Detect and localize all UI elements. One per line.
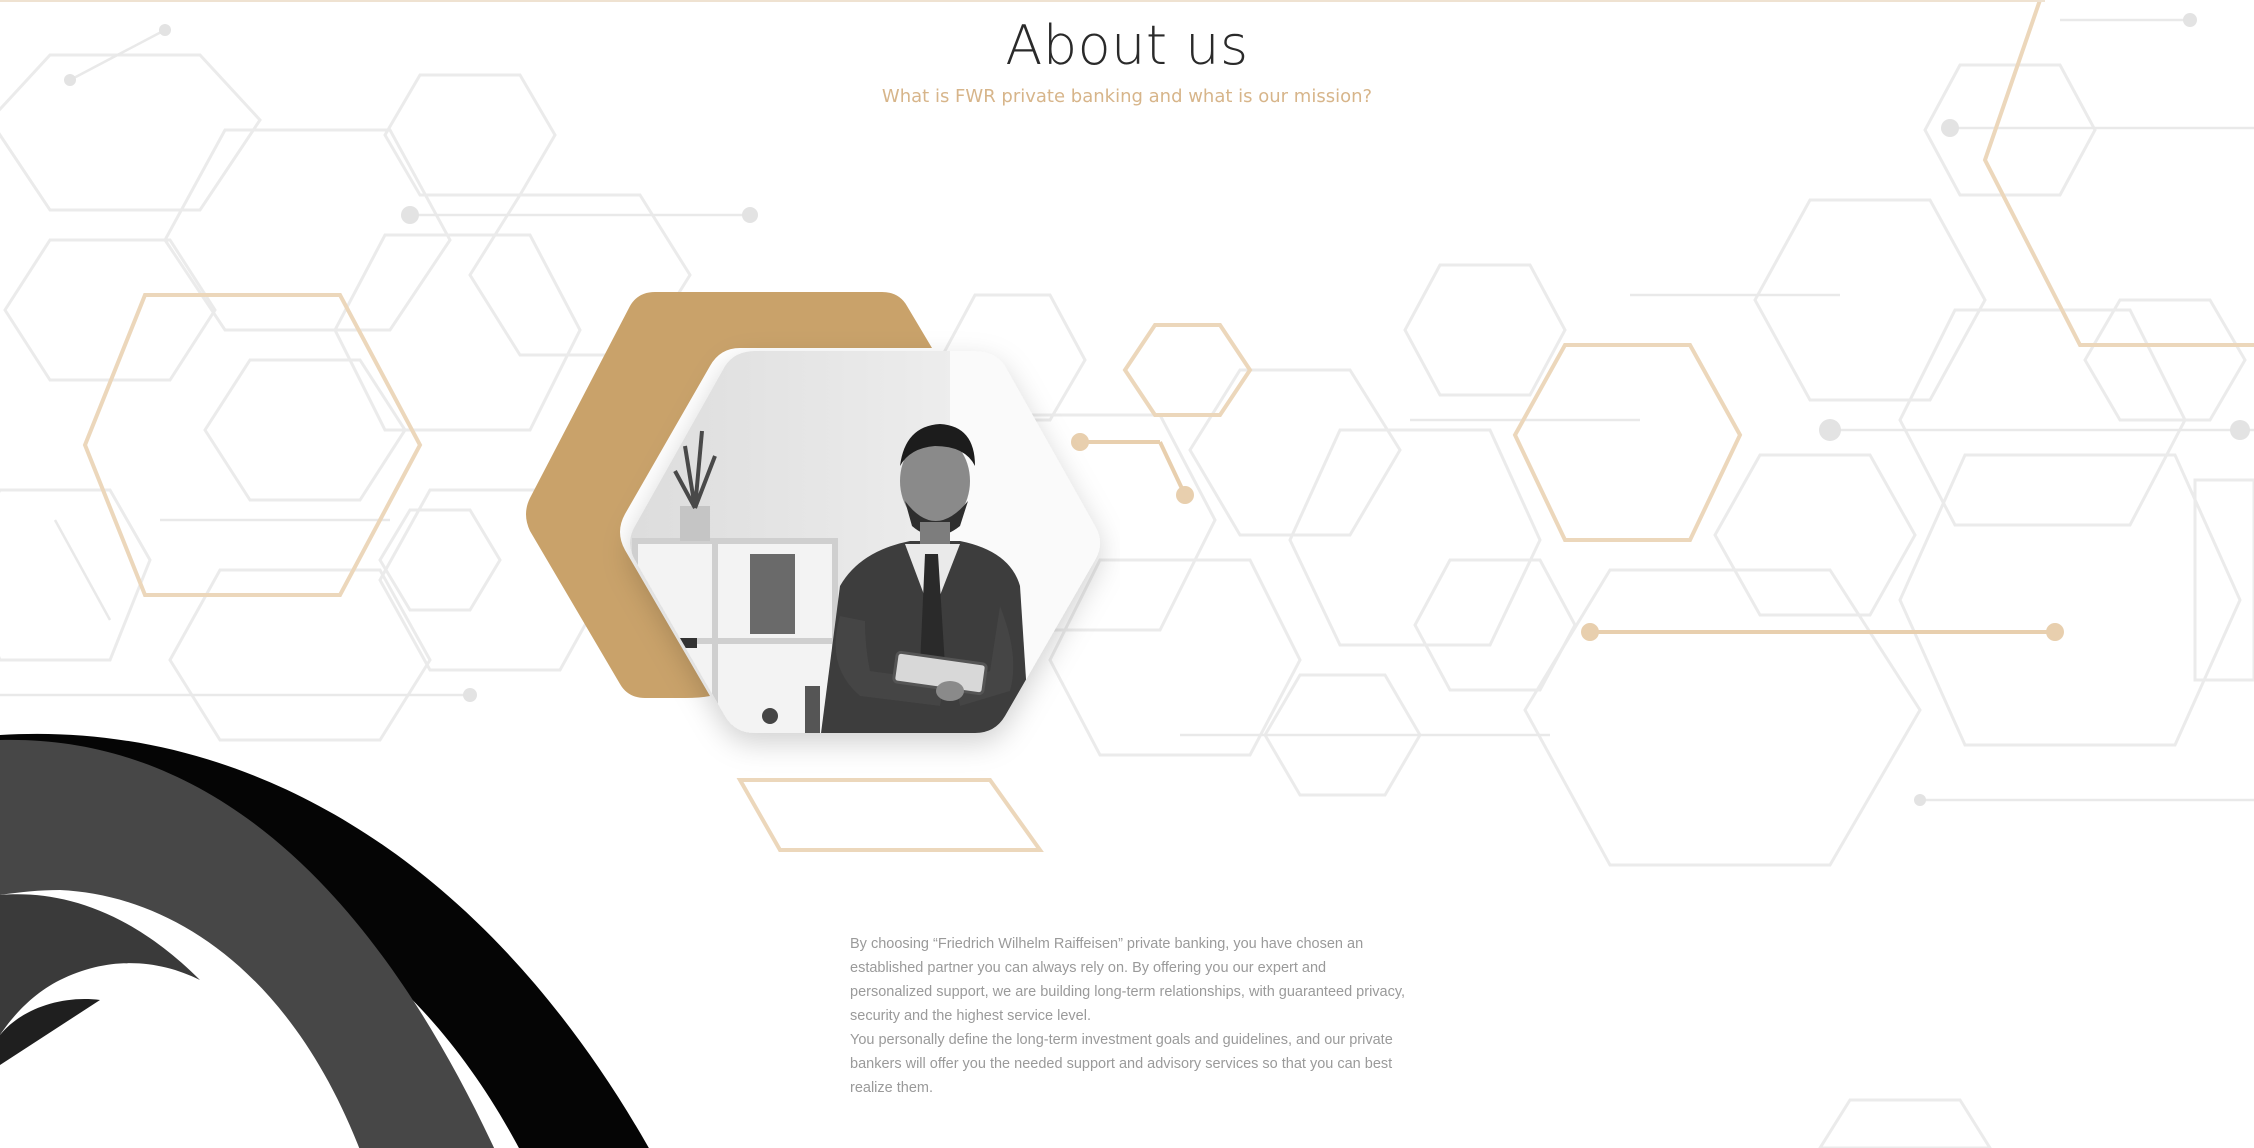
about-description: By choosing “Friedrich Wilhelm Raiffeise… (850, 932, 1410, 1100)
about-paragraph-2: You personally define the long-term inve… (850, 1032, 1393, 1096)
page-subtitle: What is FWR private banking and what is … (881, 86, 1373, 107)
hero-hexagon-image (526, 292, 1100, 733)
about-us-page: About us What is FWR private banking and… (0, 0, 2254, 1148)
page-title: About us (1005, 14, 1249, 77)
about-paragraph-1: By choosing “Friedrich Wilhelm Raiffeise… (850, 936, 1406, 1024)
